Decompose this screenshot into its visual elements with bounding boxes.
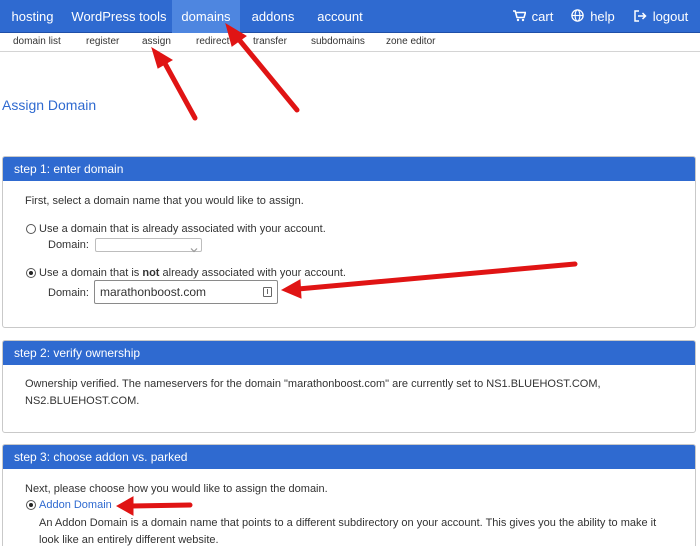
option-new-label: Use a domain that is not already associa…	[39, 267, 346, 279]
nav-hosting-label: hosting	[11, 9, 54, 24]
nav-account[interactable]: account	[306, 0, 374, 33]
arrow-to-assign	[151, 46, 198, 121]
nav-logout[interactable]: logout	[632, 0, 690, 33]
step3-intro: Next, please choose how you would like t…	[25, 483, 328, 495]
subnav-register[interactable]: register	[86, 33, 119, 51]
step1-intro: First, select a domain name that you wou…	[25, 195, 304, 207]
step3-header: step 3: choose addon vs. parked	[3, 445, 695, 469]
top-navigation-bar: hosting WordPress tools domains addons a…	[0, 0, 700, 33]
option-new-prefix: Use a domain that is	[39, 267, 143, 279]
nav-cart[interactable]: cart	[512, 0, 554, 33]
nav-wordpress-tools-label: WordPress tools	[71, 9, 167, 24]
radio-new-domain[interactable]	[26, 268, 36, 278]
subnav-subdomains[interactable]: subdomains	[311, 33, 365, 51]
globe-icon	[571, 1, 584, 34]
addon-domain-description: An Addon Domain is a domain name that po…	[39, 517, 657, 546]
nav-logout-label: logout	[652, 9, 689, 24]
nav-hosting[interactable]: hosting	[0, 0, 65, 33]
addon-domain-link[interactable]: Addon Domain	[39, 499, 112, 511]
step1-header: step 1: enter domain	[3, 157, 695, 181]
nav-addons-label: addons	[251, 9, 295, 24]
radio-addon-domain[interactable]	[26, 500, 36, 510]
option-new-bold: not	[142, 267, 160, 279]
chevron-down-icon	[190, 241, 198, 259]
domains-sub-navigation: domain list register assign redirect tra…	[0, 33, 700, 52]
domain-label-existing: Domain:	[48, 239, 89, 251]
existing-domain-select[interactable]	[95, 238, 202, 253]
nav-domains-label: domains	[181, 9, 231, 24]
info-icon[interactable]	[263, 287, 272, 297]
cart-icon	[512, 1, 527, 34]
domain-label-new: Domain:	[48, 287, 89, 299]
option-existing-label: Use a domain that is already associated …	[39, 223, 326, 235]
nav-account-label: account	[317, 9, 363, 24]
step1-panel: step 1: enter domain First, select a dom…	[2, 156, 696, 328]
subnav-redirect[interactable]: redirect	[196, 33, 229, 51]
nav-cart-label: cart	[531, 9, 554, 24]
step2-message: Ownership verified. The nameservers for …	[25, 378, 601, 407]
subnav-domain-list[interactable]: domain list	[13, 33, 61, 51]
nav-wordpress-tools[interactable]: WordPress tools	[66, 0, 172, 33]
subnav-assign[interactable]: assign	[142, 33, 171, 51]
nav-domains[interactable]: domains	[172, 0, 240, 33]
nav-help-label: help	[590, 9, 615, 24]
domain-input[interactable]: marathonboost.com	[94, 280, 278, 304]
nav-help[interactable]: help	[570, 0, 616, 33]
nav-addons[interactable]: addons	[240, 0, 306, 33]
step3-panel: step 3: choose addon vs. parked Next, pl…	[2, 444, 696, 546]
radio-existing-domain[interactable]	[26, 224, 36, 234]
logout-icon	[634, 1, 647, 34]
option-new-suffix: already associated with your account.	[159, 267, 346, 279]
page-title: Assign Domain	[2, 97, 97, 113]
subnav-transfer[interactable]: transfer	[253, 33, 287, 51]
domain-input-value: marathonboost.com	[100, 285, 207, 299]
subnav-zone-editor[interactable]: zone editor	[386, 33, 435, 51]
step2-panel: step 2: verify ownership Ownership verif…	[2, 340, 696, 433]
step2-header: step 2: verify ownership	[3, 341, 695, 365]
